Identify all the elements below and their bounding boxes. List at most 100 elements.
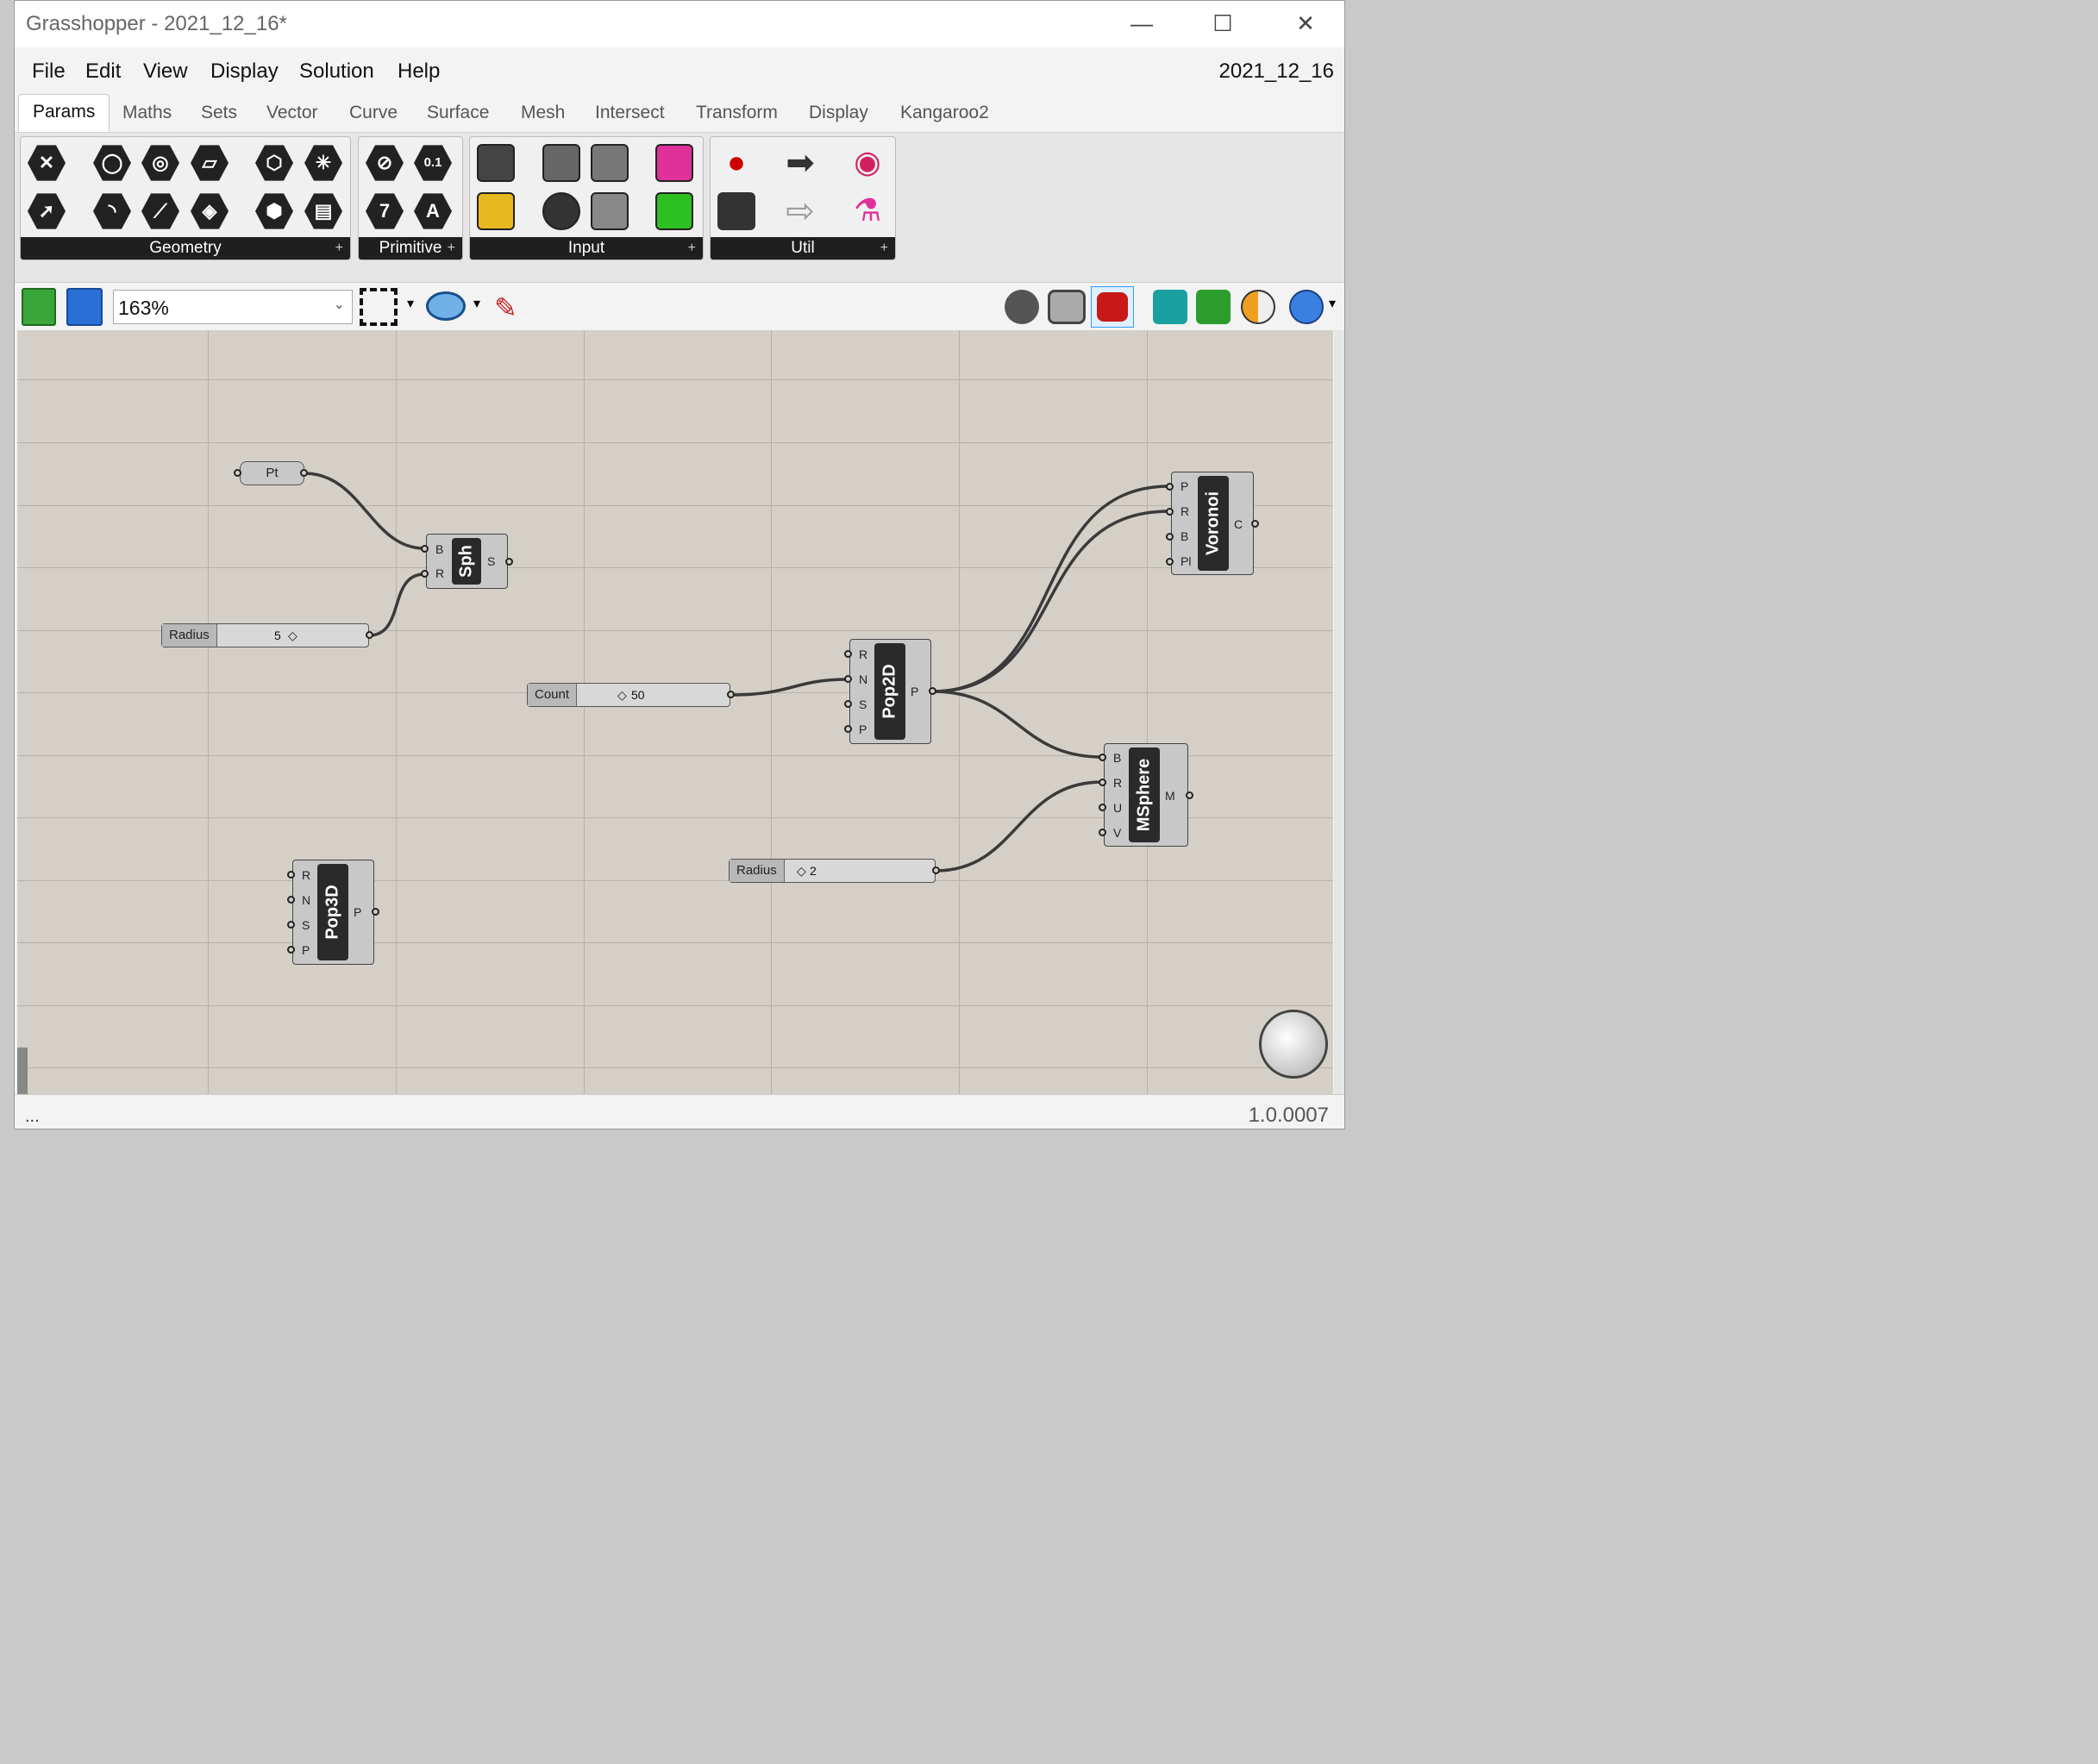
output-grip[interactable]: [1251, 520, 1259, 528]
vector-param-icon[interactable]: ➚: [28, 193, 66, 229]
fitness-icon[interactable]: ◉: [849, 144, 886, 182]
expand-icon[interactable]: +: [448, 237, 455, 260]
boolean-toggle-icon[interactable]: [542, 192, 580, 230]
image-sampler-icon[interactable]: [655, 192, 693, 230]
boolean-param-icon[interactable]: ⊘: [366, 145, 404, 181]
line-param-icon[interactable]: ⟋: [141, 193, 179, 229]
render-sphere-icon[interactable]: [1289, 290, 1324, 324]
box-param-icon[interactable]: ⬡: [255, 145, 293, 181]
tab-intersect[interactable]: Intersect: [595, 103, 665, 123]
input-grip[interactable]: [844, 725, 852, 733]
flask-icon[interactable]: ⚗: [849, 192, 886, 230]
relay-arrow-icon[interactable]: ⇨: [781, 192, 819, 230]
preview-shaded-icon[interactable]: [1048, 290, 1086, 324]
menu-file[interactable]: File: [32, 59, 66, 84]
input-grip[interactable]: [287, 896, 295, 904]
input-grip[interactable]: [1099, 829, 1106, 836]
output-grip[interactable]: [300, 469, 308, 477]
input-grip[interactable]: [844, 700, 852, 708]
menu-help[interactable]: Help: [398, 59, 440, 84]
circular-arc-icon[interactable]: ◎: [141, 145, 179, 181]
sphere-component[interactable]: B R Sph S: [426, 534, 508, 589]
brep-param-icon[interactable]: ⬢: [255, 193, 293, 229]
panel-geometry-label[interactable]: Geometry +: [21, 237, 350, 260]
expand-icon[interactable]: +: [880, 237, 888, 260]
count-slider[interactable]: Count ◇ 50: [527, 683, 730, 707]
input-grip[interactable]: [1166, 533, 1174, 541]
tab-sets[interactable]: Sets: [201, 103, 237, 123]
expand-icon[interactable]: +: [688, 237, 696, 260]
slider-handle[interactable]: ◇: [617, 688, 627, 703]
output-grip[interactable]: [1186, 791, 1193, 799]
sketch-pen-icon[interactable]: ✎: [494, 291, 529, 323]
tab-vector[interactable]: Vector: [266, 103, 318, 123]
slider-handle[interactable]: ◇: [288, 629, 297, 643]
point-param[interactable]: Pt: [240, 461, 304, 485]
mesh-settings-icon[interactable]: [1153, 290, 1187, 324]
graph-mapper-icon[interactable]: [477, 192, 515, 230]
surface-param-icon[interactable]: ▱: [191, 145, 229, 181]
circle-param-icon[interactable]: ◯: [93, 145, 131, 181]
preview-wireframe-icon[interactable]: [1005, 290, 1039, 324]
custom-preview-icon[interactable]: [1241, 290, 1275, 324]
button-icon[interactable]: [542, 144, 580, 182]
save-file-icon[interactable]: [66, 288, 103, 326]
tab-mesh[interactable]: Mesh: [521, 103, 565, 123]
output-grip[interactable]: [727, 691, 735, 698]
arc-param-icon[interactable]: ◝: [93, 193, 131, 229]
canvas-scroll-handle[interactable]: [17, 1048, 28, 1094]
data-dam-icon[interactable]: [717, 192, 755, 230]
menu-solution[interactable]: Solution: [299, 59, 374, 84]
mesh-sphere-component[interactable]: B R U V MSphere M: [1104, 743, 1188, 847]
output-grip[interactable]: [372, 908, 379, 916]
mesh-param-icon[interactable]: ✳: [304, 145, 342, 181]
control-knob-icon[interactable]: [591, 144, 629, 182]
text-param-icon[interactable]: A: [414, 193, 452, 229]
navigation-compass-icon[interactable]: [1259, 1010, 1328, 1079]
gradient-icon[interactable]: [655, 144, 693, 182]
geometry-icon[interactable]: ✕: [28, 145, 66, 181]
minimize-button[interactable]: —: [1122, 8, 1162, 39]
output-grip[interactable]: [932, 866, 940, 874]
tab-transform[interactable]: Transform: [696, 103, 778, 123]
chevron-down-icon[interactable]: ▾: [473, 295, 480, 312]
document-preview-icon[interactable]: [1196, 290, 1231, 324]
populate-2d-component[interactable]: R N S P Pop2D P: [849, 639, 931, 744]
input-grip[interactable]: [234, 469, 241, 477]
zoom-extents-icon[interactable]: [360, 288, 398, 326]
expand-icon[interactable]: +: [335, 237, 343, 260]
maximize-button[interactable]: ☐: [1203, 8, 1243, 39]
input-grip[interactable]: [844, 650, 852, 658]
input-grip[interactable]: [1166, 508, 1174, 516]
populate-3d-component[interactable]: R N S P Pop3D P: [292, 860, 374, 965]
output-grip[interactable]: [929, 687, 936, 695]
voronoi-component[interactable]: P R B Pl Voronoi C: [1171, 472, 1254, 575]
number-param-icon[interactable]: 0.1: [414, 145, 452, 181]
panel-input-label[interactable]: Input +: [470, 237, 703, 260]
cherry-picker-icon[interactable]: ●: [717, 144, 755, 182]
input-grip[interactable]: [421, 545, 429, 553]
field-param-icon[interactable]: ▤: [304, 193, 342, 229]
menu-display[interactable]: Display: [210, 59, 279, 84]
panel-util-label[interactable]: Util +: [711, 237, 895, 260]
jump-arrow-icon[interactable]: ➡: [781, 144, 819, 182]
preview-eye-icon[interactable]: [426, 291, 466, 321]
output-grip[interactable]: [505, 558, 513, 566]
input-grip[interactable]: [1099, 754, 1106, 761]
tab-surface[interactable]: Surface: [427, 103, 489, 123]
input-grip[interactable]: [287, 946, 295, 954]
preview-selected-icon[interactable]: [1091, 286, 1134, 328]
menu-view[interactable]: View: [143, 59, 188, 84]
tab-params[interactable]: Params: [18, 94, 110, 134]
tab-kangaroo2[interactable]: Kangaroo2: [900, 103, 989, 123]
close-button[interactable]: ✕: [1286, 8, 1325, 39]
chevron-down-icon[interactable]: ▾: [1329, 295, 1336, 312]
data-input-icon[interactable]: [477, 144, 515, 182]
vertical-scrollbar[interactable]: [1334, 330, 1344, 1094]
chevron-down-icon[interactable]: ▾: [407, 295, 414, 312]
output-grip[interactable]: [366, 631, 373, 639]
input-grip[interactable]: [421, 570, 429, 578]
zoom-select[interactable]: 163% ⌄: [113, 290, 353, 324]
panel-primitive-label[interactable]: Primitive +: [359, 237, 462, 260]
tab-curve[interactable]: Curve: [349, 103, 398, 123]
